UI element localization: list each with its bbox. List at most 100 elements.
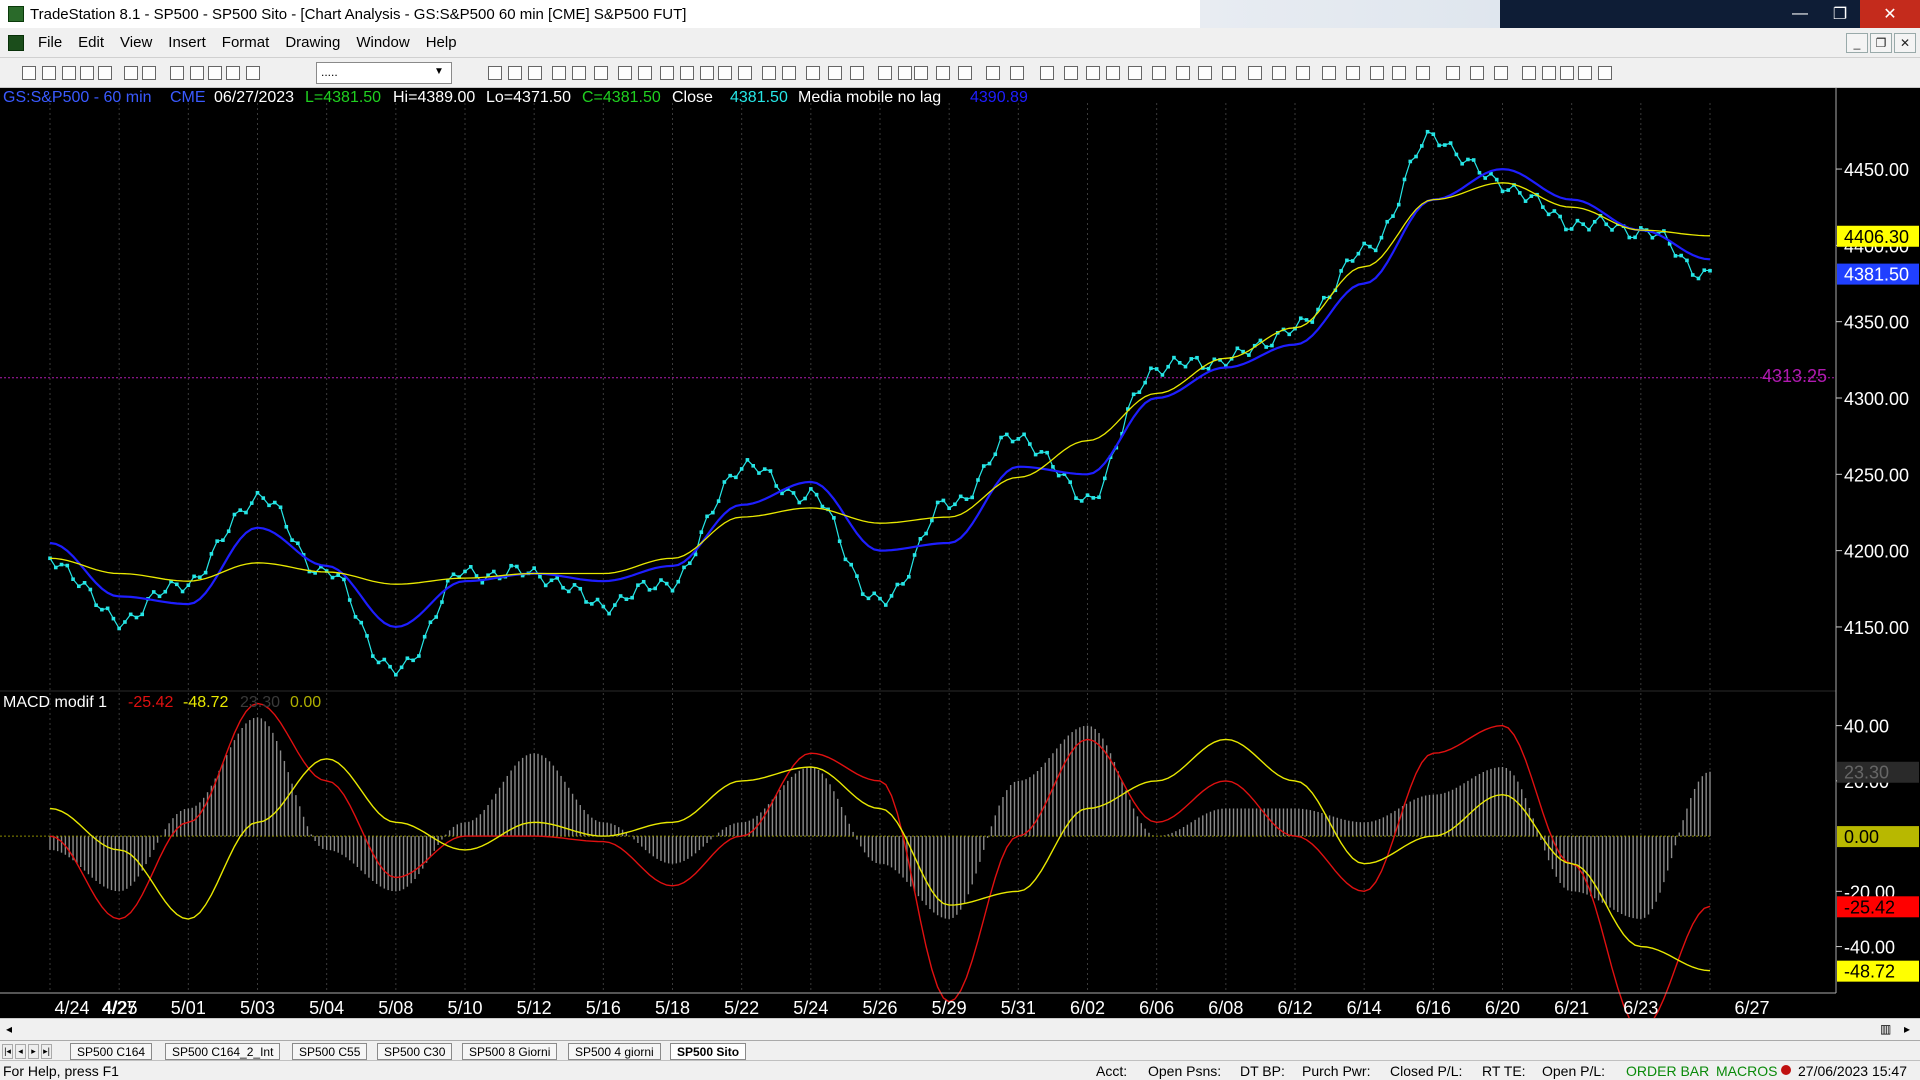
toolbar-tool-icon[interactable] [1222,66,1236,80]
status-order-bar[interactable]: ORDER BAR [1626,1063,1709,1079]
toolbar-tool-icon[interactable] [80,66,94,80]
tab-sp500-c164[interactable]: SP500 C164 [70,1043,153,1060]
toolbar-tool-icon[interactable] [898,66,912,80]
menu-drawing[interactable]: Drawing [277,34,348,51]
toolbar-tool-icon[interactable] [1494,66,1508,80]
toolbar-tool-icon[interactable] [246,66,260,80]
window-maximize-button[interactable]: ❐ [1820,0,1860,28]
toolbar-tool-icon[interactable] [1446,66,1460,80]
tab-sp500-c55[interactable]: SP500 C55 [292,1043,368,1060]
menu-help[interactable]: Help [418,34,465,51]
toolbar-tool-icon[interactable] [190,66,204,80]
tab-sp500-8-giorni[interactable]: SP500 8 Giorni [462,1043,558,1060]
chart-canvas[interactable]: 4450.004400.004350.004300.004250.004200.… [0,88,1920,1018]
window-close-button[interactable]: ✕ [1860,0,1920,28]
menu-format[interactable]: Format [214,34,278,51]
toolbar-tool-icon[interactable] [1176,66,1190,80]
status-macros[interactable]: MACROS [1716,1063,1777,1079]
tab-sp500-sito[interactable]: SP500 Sito [670,1043,747,1060]
toolbar-tool-icon[interactable] [1578,66,1592,80]
toolbar-tool-icon[interactable] [594,66,608,80]
toolbar-tool-icon[interactable] [170,66,184,80]
toolbar-tool-icon[interactable] [1198,66,1212,80]
tab-next-icon[interactable]: ▸ [28,1044,39,1059]
toolbar-tool-icon[interactable] [1560,66,1574,80]
menu-window[interactable]: Window [348,34,417,51]
tab-first-icon[interactable]: |◂ [2,1044,13,1059]
toolbar-tool-icon[interactable] [98,66,112,80]
toolbar-tool-icon[interactable] [1010,66,1024,80]
mdi-restore-button[interactable]: ❐ [1870,33,1892,53]
toolbar-tool-icon[interactable] [62,66,76,80]
horizontal-scrollbar[interactable]: ◂ ▥ ▸ [0,1018,1920,1040]
price-marker [151,590,156,594]
toolbar-tool-icon[interactable] [718,66,732,80]
toolbar-tool-icon[interactable] [1346,66,1360,80]
toolbar-tool-icon[interactable] [914,66,928,80]
toolbar-tool-icon[interactable] [700,66,714,80]
scroll-left-icon[interactable]: ◂ [6,1022,12,1036]
mdi-close-button[interactable]: ✕ [1894,33,1916,53]
toolbar-tool-icon[interactable] [1322,66,1336,80]
toolbar-tool-icon[interactable] [1598,66,1612,80]
menu-file[interactable]: File [30,34,70,51]
chart-document-icon[interactable] [8,34,24,51]
scroll-thumb[interactable]: ▥ [1880,1022,1891,1036]
scroll-right-icon[interactable]: ▸ [1904,1022,1910,1036]
menu-insert[interactable]: Insert [160,34,214,51]
chart-analysis-window[interactable]: 4450.004400.004350.004300.004250.004200.… [0,88,1920,1018]
toolbar-tool-icon[interactable] [1152,66,1166,80]
toolbar-tool-icon[interactable] [42,66,56,80]
tab-sp500-c30[interactable]: SP500 C30 [377,1043,453,1060]
menu-edit[interactable]: Edit [70,34,112,51]
toolbar-tool-icon[interactable] [638,66,652,80]
toolbar-tool-icon[interactable] [1296,66,1310,80]
mdi-minimize-button[interactable]: _ [1846,33,1868,53]
menu-view[interactable]: View [112,34,160,51]
toolbar-tool-icon[interactable] [208,66,222,80]
toolbar-tool-icon[interactable] [226,66,240,80]
toolbar-tool-icon[interactable] [986,66,1000,80]
toolbar-tool-icon[interactable] [680,66,694,80]
toolbar-tool-icon[interactable] [782,66,796,80]
toolbar-tool-icon[interactable] [1392,66,1406,80]
toolbar-tool-icon[interactable] [488,66,502,80]
toolbar-tool-icon[interactable] [806,66,820,80]
toolbar-tool-icon[interactable] [142,66,156,80]
toolbar-tool-icon[interactable] [1106,66,1120,80]
window-minimize-button[interactable]: — [1780,0,1820,28]
toolbar-tool-icon[interactable] [1086,66,1100,80]
toolbar-tool-icon[interactable] [1040,66,1054,80]
toolbar-tool-icon[interactable] [958,66,972,80]
toolbar-tool-icon[interactable] [936,66,950,80]
toolbar-tool-icon[interactable] [508,66,522,80]
toolbar-tool-icon[interactable] [528,66,542,80]
toolbar-tool-icon[interactable] [828,66,842,80]
symbol-combo-box[interactable]: ..... [316,62,452,84]
toolbar-tool-icon[interactable] [1470,66,1484,80]
chevron-down-icon[interactable]: ▼ [434,66,444,77]
toolbar-tool-icon[interactable] [850,66,864,80]
toolbar-tool-icon[interactable] [738,66,752,80]
toolbar-tool-icon[interactable] [1248,66,1262,80]
toolbar-tool-icon[interactable] [124,66,138,80]
tab-sp500-4-giorni[interactable]: SP500 4 giorni [568,1043,661,1060]
toolbar-tool-icon[interactable] [762,66,776,80]
toolbar-tool-icon[interactable] [1128,66,1142,80]
toolbar-tool-icon[interactable] [22,66,36,80]
toolbar-tool-icon[interactable] [1064,66,1078,80]
toolbar-tool-icon[interactable] [1522,66,1536,80]
toolbar-tool-icon[interactable] [572,66,586,80]
toolbar-tool-icon[interactable] [1542,66,1556,80]
toolbar-tool-icon[interactable] [1370,66,1384,80]
toolbar-tool-icon[interactable] [660,66,674,80]
toolbar-tool-icon[interactable] [1272,66,1286,80]
tab-last-icon[interactable]: ▸| [41,1044,52,1059]
macd-histogram-value: 23.30 [240,694,281,711]
toolbar-tool-icon[interactable] [878,66,892,80]
tab-prev-icon[interactable]: ◂ [15,1044,26,1059]
toolbar-tool-icon[interactable] [552,66,566,80]
tab-sp500-c164-2-int[interactable]: SP500 C164_2_Int [165,1043,281,1060]
toolbar-tool-icon[interactable] [1416,66,1430,80]
toolbar-tool-icon[interactable] [618,66,632,80]
